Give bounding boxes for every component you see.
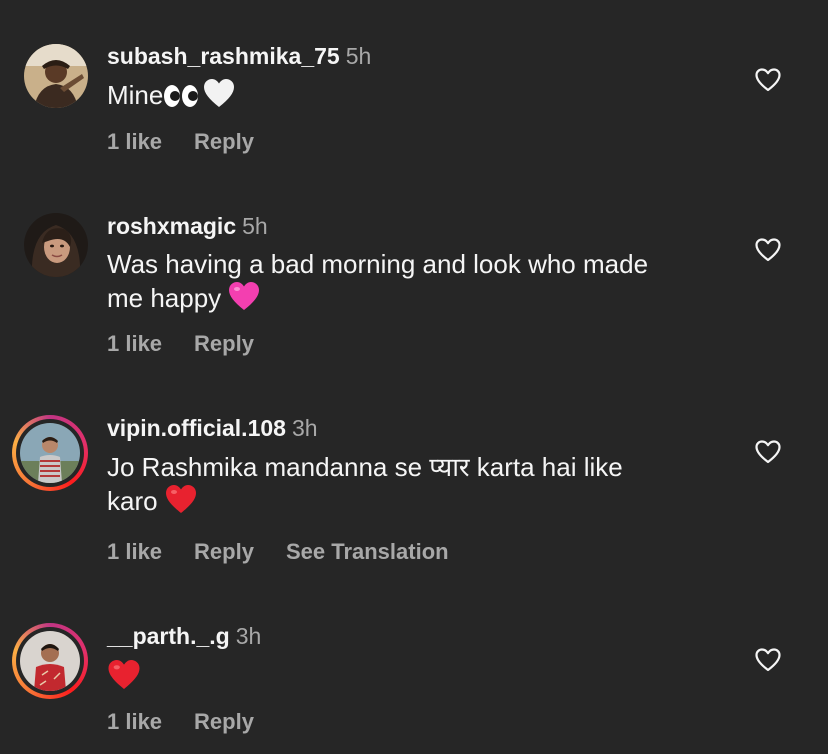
username[interactable]: vipin.official.108	[107, 415, 286, 441]
comment-time: 5h	[345, 43, 372, 69]
comment-actions: 1 like Reply	[107, 331, 286, 357]
white-heart-emoji-icon	[203, 78, 235, 116]
likes-count[interactable]: 1 like	[107, 709, 162, 734]
comment-text-line: Was having a bad morning and look who ma…	[107, 249, 649, 279]
comment-time: 3h	[291, 415, 318, 441]
heart-outline-icon[interactable]	[755, 238, 781, 262]
avatar-photo-icon	[20, 423, 80, 483]
red-heart-emoji-icon	[107, 659, 141, 698]
comment-meta: subash_rashmika_75 5h	[107, 42, 371, 70]
comment-text	[107, 659, 727, 698]
comment-text-line: me happy	[107, 283, 222, 313]
heart-outline-icon[interactable]	[755, 648, 781, 672]
likes-count[interactable]: 1 like	[107, 539, 162, 564]
likes-count[interactable]: 1 like	[107, 129, 162, 154]
avatar-image	[24, 213, 88, 277]
avatar-image	[24, 44, 88, 108]
avatar[interactable]	[24, 44, 88, 108]
avatar-story-ring[interactable]	[12, 623, 88, 699]
avatar-image	[20, 631, 80, 691]
reply-button[interactable]: Reply	[194, 539, 254, 564]
heart-outline-icon[interactable]	[755, 68, 781, 92]
comment-actions: 1 like Reply	[107, 709, 286, 735]
reply-button[interactable]: Reply	[194, 709, 254, 734]
likes-count[interactable]: 1 like	[107, 331, 162, 356]
red-heart-emoji-icon	[165, 484, 197, 522]
comment-time: 3h	[235, 623, 262, 649]
reply-button[interactable]: Reply	[194, 129, 254, 154]
comment-meta: roshxmagic 5h	[107, 212, 268, 240]
comment-time: 5h	[242, 213, 268, 239]
avatar-photo-icon	[24, 44, 88, 108]
comments-list: subash_rashmika_755h Mine 1 likeReply	[0, 0, 828, 754]
avatar-photo-icon	[20, 631, 80, 691]
comment-actions: 1 like Reply See Translation	[107, 539, 481, 565]
see-translation-button[interactable]: See Translation	[286, 539, 449, 564]
comment-text: Jo Rashmika mandanna se प्यार karta hai …	[107, 451, 727, 522]
avatar-image	[20, 423, 80, 483]
username[interactable]: __parth._.g	[107, 623, 230, 649]
heart-outline-icon[interactable]	[755, 440, 781, 464]
comment-text-line: Jo Rashmika mandanna se प्यार karta hai …	[107, 452, 623, 482]
eyes-emoji-icon	[163, 83, 199, 116]
comment-text-line: Mine	[107, 80, 164, 110]
comment-meta: __parth._.g 3h	[107, 622, 261, 650]
comment-text: Mine	[107, 78, 727, 116]
comment-text-line: karo	[107, 486, 158, 516]
username[interactable]: roshxmagic	[107, 213, 236, 239]
comment-meta: vipin.official.108 3h	[107, 414, 318, 442]
comment-actions: 1 like Reply	[107, 129, 286, 155]
reply-button[interactable]: Reply	[194, 331, 254, 356]
username[interactable]: subash_rashmika_75	[107, 43, 340, 69]
comment-text: Was having a bad morning and look who ma…	[107, 248, 727, 319]
avatar-story-ring[interactable]	[12, 415, 88, 491]
avatar[interactable]	[24, 213, 88, 277]
avatar-photo-icon	[24, 213, 88, 277]
pink-heart-emoji-icon	[228, 281, 260, 319]
